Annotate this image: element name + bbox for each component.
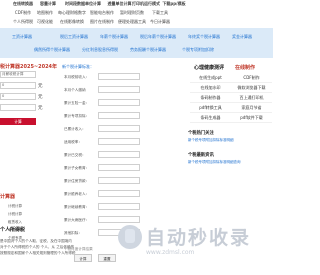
left-list-item[interactable]: 租赁收入 (8, 220, 22, 225)
form-label: 适用税率： (64, 140, 82, 144)
form-field[interactable] (98, 164, 140, 171)
nav-link[interactable]: 容量计算 (37, 0, 59, 9)
form-label: 累计已交税： (64, 153, 86, 157)
tab-year-end-bonus[interactable]: 年终奖个税计算器 (188, 33, 232, 41)
form-label: 本月税前收入： (64, 75, 90, 79)
form-label: 累计子女教育： (64, 166, 90, 170)
tab-row-2: 偶然所得个税计算器 分红利息股息所得税 劳务报酬个税计算器 个税专项附加扣除 (0, 46, 273, 54)
tab-bonus[interactable]: 奖金计算器 (232, 33, 258, 41)
nav-link[interactable]: CDF制作 (12, 9, 34, 18)
form-field[interactable] (98, 73, 140, 80)
nav-link[interactable]: 透量单位计算 (107, 0, 132, 9)
nav-link[interactable]: 便理处理器工具 (116, 18, 148, 27)
calculate-button[interactable]: 计算 (0, 118, 36, 125)
nav-link[interactable]: 今日计算器 (148, 18, 172, 27)
top-navigation: 在线转换器 容量计算 时间段数据单位计算 透量单位计算 打印机运行模式 下载pp… (0, 0, 273, 28)
extra-input[interactable] (0, 104, 36, 111)
nav-link[interactable]: 打印机运行模式 (132, 0, 160, 9)
tool-link[interactable]: 家庭月节省 (231, 103, 272, 113)
tool-link[interactable]: 条码制作器 (190, 93, 231, 103)
form-label: 其他扣除： (64, 231, 82, 235)
tab-annual-salary-tax[interactable]: 年薪个税计算器 (100, 33, 140, 41)
left-panel-title: 税计算器2025~2024年 (0, 64, 58, 70)
tool-link[interactable]: pdf转换工具 (190, 103, 231, 113)
tax-type-select[interactable]: 月薪收税计算 (0, 71, 36, 78)
tab-incidental-income[interactable]: 偶然所得个税计算器 (34, 46, 82, 54)
tab-after-tax-annual[interactable]: 税后年薪个税计算器 (140, 33, 188, 41)
nav-link[interactable]: 在线转换器 (9, 0, 37, 9)
income-input[interactable]: 0 (0, 82, 36, 89)
latest-news-link[interactable]: 新个税专项附加扣除标准明细查询 (188, 160, 241, 165)
nav-link[interactable]: 下载pp/模板 (160, 0, 188, 9)
hot-topic-link[interactable]: 新个税专项附加扣除标准明细 (188, 138, 234, 143)
tools-grid: 在线生成ppt CDF制作 在线加水印 微软浏览器下载 条码制作器 百上通打印机… (190, 73, 272, 123)
tool-link[interactable]: 百上通打印机 (231, 93, 272, 103)
nav-row-1: 在线转换器 容量计算 时间段数据单位计算 透量单位计算 打印机运行模式 下载pp… (0, 0, 273, 9)
form-label: 本月个人缴纳 (64, 88, 86, 92)
latest-news-heading: 个税最新资讯 (188, 153, 214, 158)
hot-topics-heading: 个税热门关注 (188, 131, 214, 136)
nav-link[interactable]: 在线影像转换 (56, 18, 88, 27)
deduction-unit: 元 (38, 95, 43, 100)
nav-row-3: 个人所得税 可视化能 在线影像转换 图片在线制作 便理处理器工具 今日计算器 (0, 18, 273, 27)
form-title: 新个税计算标准： (62, 64, 94, 69)
calculator-tabs-bar: 工资计算器 税后工资计算器 年薪个税计算器 税后年薪个税计算器 年终奖个税计算器… (0, 28, 273, 58)
form-label: 累计继续教育： (64, 205, 90, 209)
form-field[interactable] (98, 99, 140, 106)
tool-link[interactable]: pdf软件下载 (231, 113, 272, 123)
form-field[interactable] (98, 151, 140, 158)
nav-link[interactable]: 时间段数据单位计算 (59, 0, 107, 9)
nav-link[interactable]: 地图制作 (34, 9, 56, 18)
nav-link[interactable]: 下载工具 (148, 9, 172, 18)
tab-dividend-tax[interactable]: 分红利息股息所得税 (82, 46, 130, 54)
form-field[interactable] (98, 203, 140, 210)
form-reset-button[interactable]: 重置 (98, 254, 116, 262)
sidebar-heading-alt: 在线制作 (235, 65, 256, 71)
nav-link[interactable]: 图片在线制作 (88, 18, 116, 27)
tool-link[interactable]: 微软浏览器下载 (231, 83, 272, 93)
form-label: 累计大病医疗： (64, 218, 90, 222)
nav-row-2: CDF制作 地图制作 每心理财格数字 智能电台制作 暂时理财页数 下载工具 (0, 9, 273, 18)
tool-link[interactable]: CDF制作 (231, 73, 272, 83)
left-panel-subtitle: 计算器 (0, 194, 16, 200)
tab-after-tax-salary[interactable]: 税后工资计算器 (60, 33, 100, 41)
tool-link[interactable]: 在线加水印 (190, 83, 231, 93)
form-label: 累计五险一金： (64, 101, 90, 105)
tab-special-deduction[interactable]: 个税专项附加扣除 (182, 46, 230, 54)
form-label: 累计住房贷款： (64, 179, 90, 183)
tool-link[interactable]: 在线生成ppt (190, 73, 231, 83)
watermark-subtitle: www.zdmsl.com (146, 249, 195, 256)
form-field[interactable] (98, 138, 140, 145)
sidebar-heading: 心理健康测评 (194, 65, 225, 71)
left-list-item[interactable]: 计税计算 (8, 212, 22, 217)
nav-link[interactable]: 个人所得税 (12, 18, 34, 27)
form-field[interactable] (98, 86, 140, 93)
form-field[interactable] (98, 177, 140, 184)
extra-unit: 元 (38, 106, 43, 111)
form-field[interactable] (98, 190, 140, 197)
tab-salary[interactable]: 工资计算器 (12, 33, 46, 41)
watermark-title: 自动秒收录 (146, 228, 252, 249)
form-field[interactable] (98, 216, 140, 223)
form-field[interactable] (98, 125, 140, 132)
form-label: 累计赡养老人： (64, 192, 90, 196)
nav-link[interactable]: 每心理财格数字 (56, 9, 88, 18)
left-list-item[interactable]: 计税计算 (8, 204, 22, 209)
deduction-input[interactable]: 0 (0, 93, 36, 100)
robot-logo-icon (118, 225, 142, 249)
nav-link[interactable]: 暂时理财页数 (116, 9, 148, 18)
result-note: 个税月度计算结果 (64, 247, 93, 251)
nav-link[interactable]: 可视化能 (34, 18, 56, 27)
tab-row-1: 工资计算器 税后工资计算器 年薪个税计算器 税后年薪个税计算器 年终奖个税计算器… (0, 33, 273, 41)
income-unit: 元 (38, 84, 43, 89)
watermark-banner: 自动秒收录 www.zdmsl.com (118, 223, 268, 273)
form-label: 已累计收入： (64, 127, 86, 131)
form-field[interactable] (98, 112, 140, 119)
tab-labor-remuneration[interactable]: 劳务报酬个税计算器 (130, 46, 178, 54)
form-calculate-button[interactable]: 计算 (74, 254, 92, 262)
form-label: 累计专项扣除： (64, 114, 90, 118)
tool-link[interactable]: 条码生成器 (190, 113, 231, 123)
income-tax-heading: 个人所得税 (0, 227, 26, 233)
nav-link[interactable]: 智能电台制作 (88, 9, 116, 18)
